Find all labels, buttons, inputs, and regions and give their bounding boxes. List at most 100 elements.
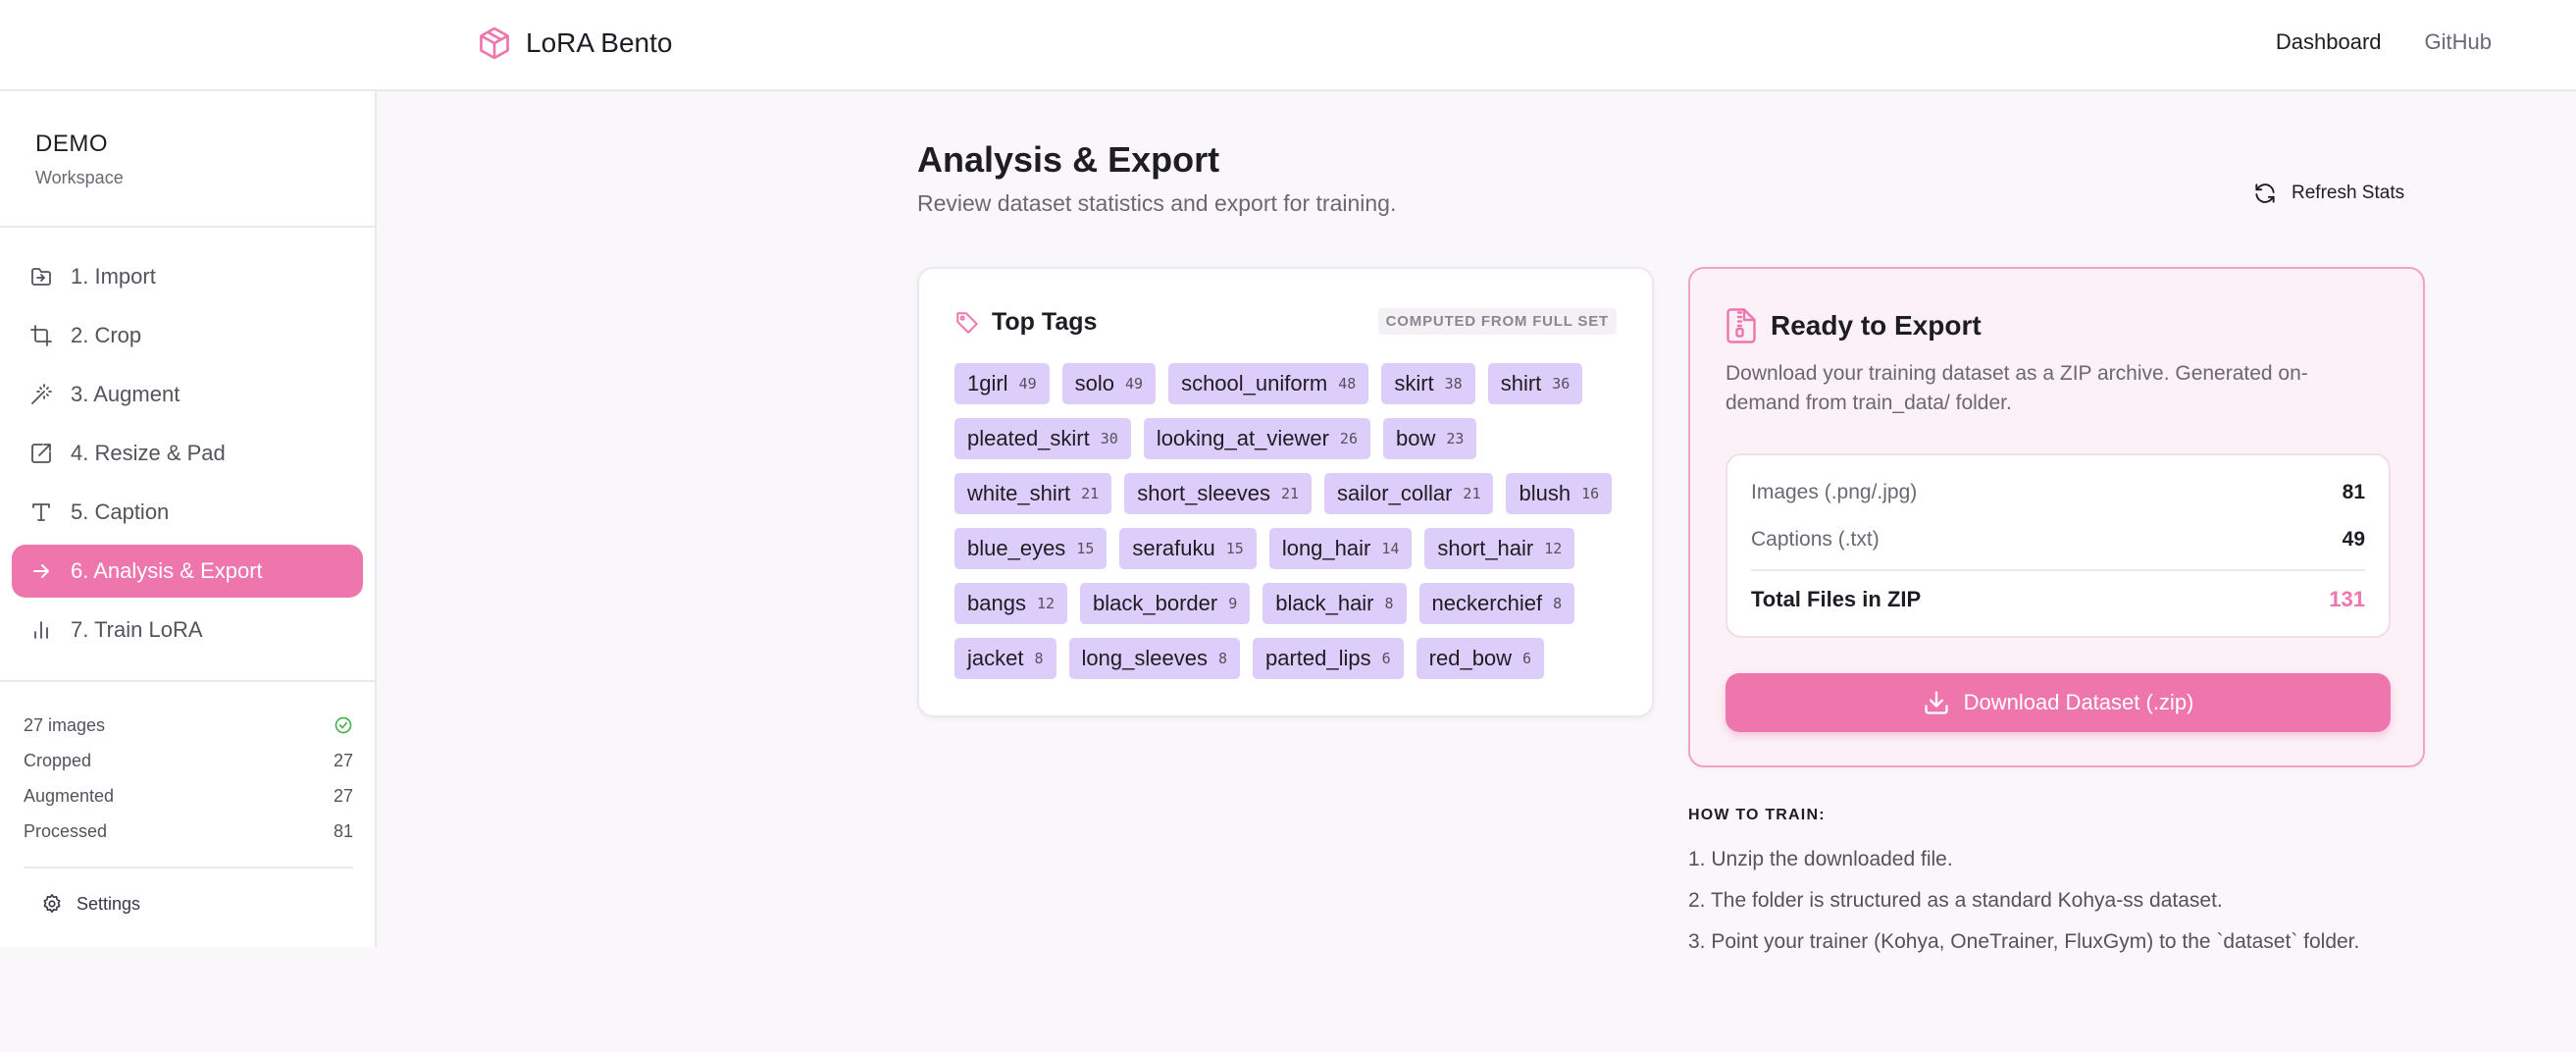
tag-list: 1girl 49 solo 49 school_uniform 48 skirt 38 shir… (954, 363, 1641, 679)
sidebar-divider (0, 226, 375, 228)
tag-count: 8 (1217, 650, 1227, 667)
sidebar-item-augment[interactable]: 3. Augment (12, 368, 363, 421)
tag-count: 21 (1463, 485, 1481, 502)
sidebar-item-caption[interactable]: 5. Caption (12, 486, 363, 539)
refresh-stats-label: Refresh Stats (2292, 183, 2405, 203)
stat-augmented: Augmented 27 (24, 778, 353, 814)
tag-name: white_shirt (967, 481, 1071, 505)
sidebar-item-train-lora[interactable]: 7. Train LoRA (12, 604, 363, 657)
tag-chip[interactable]: bangs 12 (954, 583, 1068, 624)
sidebar-item-analysis-export[interactable]: 6. Analysis & Export (12, 545, 363, 598)
brand[interactable]: LoRA Bento (477, 26, 672, 61)
tag-chip[interactable]: long_sleeves 8 (1068, 638, 1240, 679)
brand-title: LoRA Bento (526, 27, 673, 58)
tag-count: 36 (1552, 375, 1571, 393)
tag-chip[interactable]: 1girl 49 (954, 363, 1050, 404)
top-bar: LoRA Bento Dashboard GitHub (0, 0, 2576, 91)
bar-chart-icon (34, 621, 48, 639)
tag-name: long_hair (1281, 536, 1371, 560)
tag-chip[interactable]: red_bow 6 (1416, 638, 1545, 679)
export-header: Ready to Export (1726, 308, 1982, 343)
tag-chip[interactable]: white_shirt 21 (954, 473, 1112, 514)
tag-chip[interactable]: short_hair 12 (1424, 528, 1575, 569)
tag-count: 15 (1225, 540, 1244, 557)
top-tags-title: Top Tags (992, 308, 1098, 336)
stats-divider (24, 867, 353, 868)
download-icon (1924, 691, 1948, 714)
images-count-label: Images (.png/.jpg) (1751, 481, 1918, 503)
tag-count: 8 (1384, 595, 1394, 612)
total-files-row: Total Files in ZIP 131 (1751, 587, 2365, 612)
tag-chip[interactable]: neckerchief 8 (1418, 583, 1575, 624)
summary-divider (1751, 569, 2365, 571)
stat-label: Processed (24, 820, 108, 841)
sidebar-item-crop[interactable]: 2. Crop (12, 309, 363, 362)
captions-count-row: Captions (.txt) 49 (1751, 528, 2365, 552)
resize-icon (31, 444, 51, 463)
how-to-train-step: 1. Unzip the downloaded file. (1688, 848, 1953, 870)
tag-icon (956, 311, 978, 334)
magic-wand-icon (31, 384, 52, 404)
sidebar-item-label: 4. Resize & Pad (71, 441, 226, 465)
tag-name: serafuku (1132, 536, 1215, 560)
tag-chip[interactable]: blue_eyes 15 (954, 528, 1108, 569)
settings-button[interactable]: Settings (24, 882, 353, 925)
tag-chip[interactable]: pleated_skirt 30 (954, 418, 1131, 459)
tag-chip[interactable]: bow 23 (1382, 418, 1477, 459)
tag-count: 6 (1381, 650, 1391, 667)
tag-count: 12 (1036, 595, 1056, 612)
tag-chip[interactable]: solo 49 (1061, 363, 1157, 404)
sidebar-item-resize-pad[interactable]: 4. Resize & Pad (12, 427, 363, 480)
top-tags-header: Top Tags (954, 308, 1097, 337)
refresh-stats-button[interactable]: Refresh Stats (2242, 175, 2414, 212)
tag-chip[interactable]: skirt 38 (1381, 363, 1475, 404)
tag-name: jacket (967, 646, 1024, 670)
workspace-info: DEMO Workspace (35, 131, 124, 188)
tag-count: 9 (1228, 595, 1238, 612)
tag-chip[interactable]: serafuku 15 (1119, 528, 1257, 569)
how-to-train-step: 3. Point your trainer (Kohya, OneTrainer… (1688, 930, 2360, 953)
settings-label: Settings (77, 893, 141, 914)
sidebar-nav: 1. Import 2. Crop 3. Augment 4. Resize &… (12, 250, 363, 662)
tag-chip[interactable]: long_hair 14 (1268, 528, 1413, 569)
tag-chip[interactable]: parted_lips 6 (1252, 638, 1404, 679)
download-dataset-button[interactable]: Download Dataset (.zip) (1726, 673, 2391, 732)
gear-icon (43, 894, 61, 914)
nav-github-link[interactable]: GitHub (2425, 29, 2492, 55)
package-icon (480, 26, 509, 60)
tag-chip[interactable]: black_border 9 (1080, 583, 1251, 624)
tag-chip[interactable]: shirt 36 (1487, 363, 1583, 404)
tag-name: looking_at_viewer (1156, 426, 1329, 450)
tag-chip[interactable]: jacket 8 (954, 638, 1056, 679)
sidebar-divider (0, 680, 375, 682)
arrow-right-icon (33, 564, 49, 578)
tag-chip[interactable]: sailor_collar 21 (1324, 473, 1494, 514)
tag-count: 26 (1339, 430, 1358, 447)
tag-name: pleated_skirt (967, 426, 1090, 450)
tag-chip[interactable]: school_uniform 48 (1168, 363, 1369, 404)
stat-value: 27 (333, 750, 353, 770)
tag-name: 1girl (967, 371, 1008, 395)
tag-name: shirt (1500, 371, 1542, 395)
tag-chip[interactable]: blush 16 (1506, 473, 1613, 514)
tag-count: 21 (1081, 485, 1100, 502)
tag-count: 8 (1553, 595, 1563, 612)
tag-count: 23 (1446, 430, 1465, 447)
stat-cropped: Cropped 27 (24, 743, 353, 778)
tag-chip[interactable]: short_sleeves 21 (1124, 473, 1313, 514)
tag-name: sailor_collar (1337, 481, 1453, 505)
tag-name: long_sleeves (1081, 646, 1208, 670)
check-circle-icon (335, 716, 352, 734)
workspace-label: Workspace (35, 168, 124, 187)
nav-dashboard-link[interactable]: Dashboard (2276, 29, 2382, 55)
sidebar-item-label: 5. Caption (71, 500, 170, 524)
sidebar-item-import[interactable]: 1. Import (12, 250, 363, 303)
tag-chip[interactable]: black_hair 8 (1262, 583, 1407, 624)
export-title: Ready to Export (1771, 310, 1982, 341)
stat-label: Cropped (24, 750, 92, 770)
export-description: Download your training dataset as a ZIP … (1726, 362, 2308, 414)
sidebar-item-label: 1. Import (71, 264, 156, 289)
total-files-value: 131 (2329, 587, 2365, 611)
stat-value: 81 (333, 820, 353, 841)
tag-chip[interactable]: looking_at_viewer 26 (1143, 418, 1370, 459)
